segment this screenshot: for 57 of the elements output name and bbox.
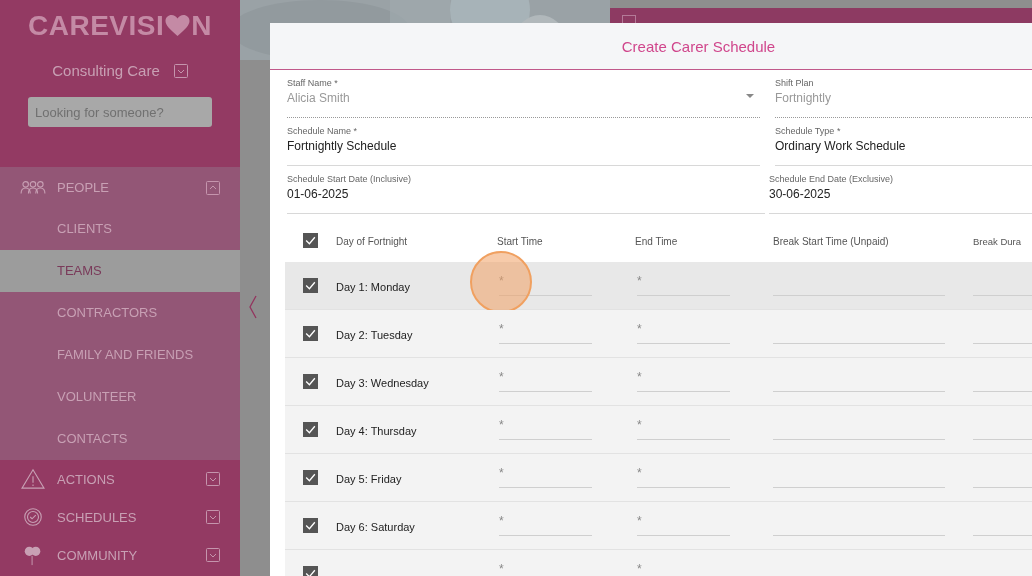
time-field[interactable]: * [637,267,730,296]
column-header: Start Time [497,236,543,247]
time-field[interactable]: * [637,459,730,488]
day-label: Day 3: Wednesday [336,376,429,389]
warning-icon [20,468,46,490]
day-label: Day 5: Friday [336,472,402,485]
nav-item[interactable]: CONTRACTORS [0,292,240,334]
time-field[interactable]: * [637,363,730,392]
nav-item[interactable]: CONTACTS [0,418,240,460]
time-field[interactable]: * [637,555,730,576]
time-field[interactable]: * [499,363,592,392]
checkbox[interactable] [303,374,318,389]
column-header: End Time [635,236,678,247]
organisation-name: Consulting Care [52,62,160,79]
chevron-left-icon[interactable] [248,295,258,319]
time-field[interactable]: * [499,267,592,296]
checkbox[interactable] [303,470,318,485]
form-field[interactable]: Schedule Start Date (Inclusive) 01-06-2025 [287,166,765,214]
time-field[interactable]: * [499,411,592,440]
time-field[interactable]: * [637,315,730,344]
checkbox[interactable] [303,326,318,341]
nav-section[interactable]: PEOPLE [0,167,240,208]
chevron-up-icon[interactable] [206,180,220,195]
form-field[interactable]: Schedule Name * Fortnightly Schedule [287,118,760,166]
checkbox[interactable] [303,232,318,248]
day-label: Day 4: Thursday [336,424,417,437]
time-field[interactable]: * [637,411,730,440]
time-field[interactable]: * [499,315,592,344]
time-field[interactable]: * [499,555,592,576]
column-header: Break Start Time (Unpaid) [773,236,889,247]
form-field[interactable]: Schedule End Date (Exclusive) 30-06-2025 [769,166,1032,214]
column-header: Break Dura [973,236,1022,247]
time-field[interactable]: * [499,507,592,536]
nav-item[interactable]: VOLUNTEER [0,376,240,418]
chevron-down-icon[interactable] [206,510,220,524]
day-label: Day 6: Saturday [336,520,415,533]
nav-item[interactable]: CLIENTS [0,208,240,250]
chevron-down-icon[interactable] [173,63,188,78]
search-field[interactable]: Looking for someone? [28,97,212,127]
checkbox[interactable] [303,518,318,533]
form-field[interactable]: Schedule Type * Ordinary Work Schedule [775,118,1032,166]
nav-item[interactable]: TEAMS [0,250,240,292]
nav-section[interactable]: ACTIONS [0,460,240,498]
dialog-title: Create Carer Schedule [621,37,776,55]
time-field[interactable]: * [637,507,730,536]
nav-item[interactable]: FAMILY AND FRIENDS [0,334,240,376]
nav-section[interactable]: SCHEDULES [0,498,240,536]
logo: CAREVISI N [27,9,213,42]
checkbox[interactable] [303,278,318,293]
checkbox[interactable] [303,422,318,437]
column-header: Day of Fortnight [336,236,408,247]
chevron-down-icon[interactable] [206,472,220,486]
time-field[interactable]: * [499,459,592,488]
day-label: Day 2: Tuesday [336,328,413,341]
day-label: Day 1: Monday [336,280,410,293]
nav-section[interactable]: COMMUNITY [0,536,240,574]
chevron-down-icon[interactable] [206,548,220,562]
